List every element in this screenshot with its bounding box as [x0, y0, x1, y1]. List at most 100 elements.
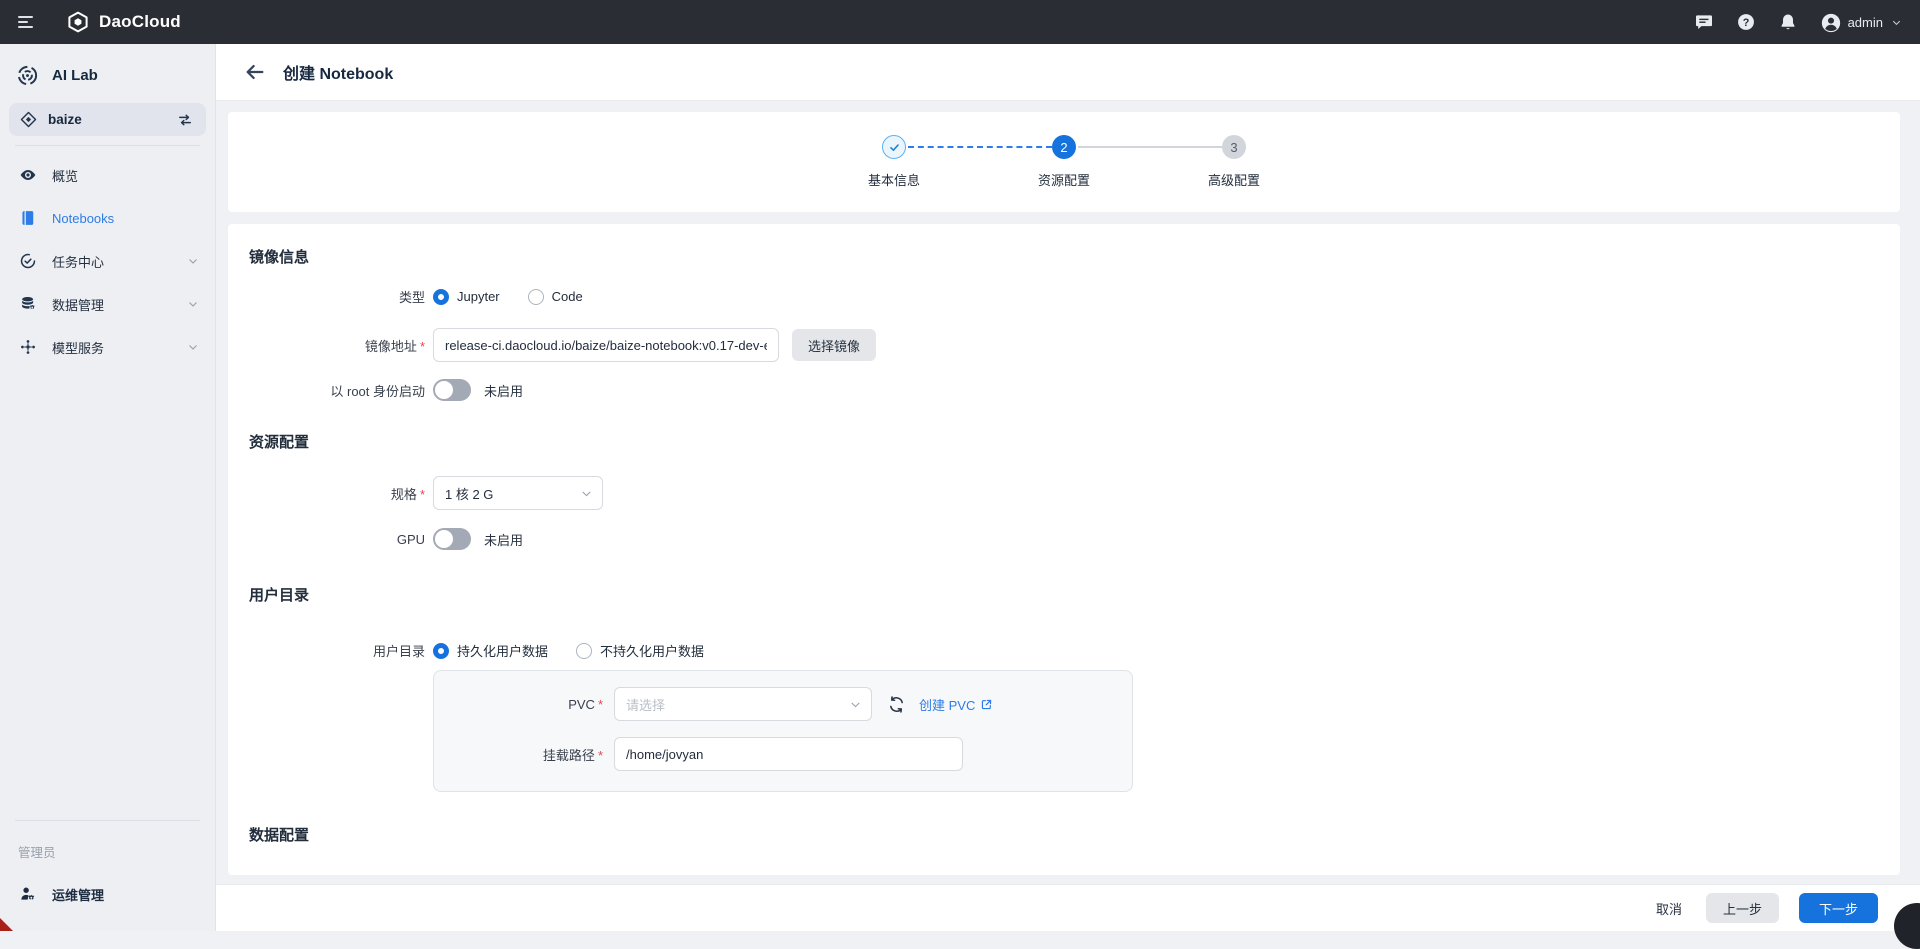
sidebar-item-label: 概览 — [52, 166, 78, 185]
step-label: 基本信息 — [868, 170, 920, 189]
divider — [15, 145, 200, 146]
step-label: 资源配置 — [1038, 170, 1090, 189]
sidebar-item-label: Notebooks — [52, 211, 114, 226]
sidebar-item-label: 数据管理 — [52, 295, 104, 314]
step-todo-circle: 3 — [1222, 135, 1246, 159]
form-row-type: 类型 Jupyter Code — [228, 287, 1900, 306]
image-address-input[interactable] — [433, 328, 779, 362]
step-connector-done — [908, 146, 1052, 148]
brand: DaoCloud — [66, 10, 181, 34]
radio-label-nonpersistent[interactable]: 不持久化用户数据 — [600, 641, 704, 660]
field-label: GPU — [228, 532, 425, 547]
back-arrow-icon[interactable] — [244, 61, 266, 83]
check-icon — [888, 141, 901, 154]
step-connector-todo — [1078, 146, 1222, 148]
sidebar-item-label: 模型服务 — [52, 338, 104, 357]
pvc-select[interactable]: 请选择 — [614, 687, 872, 721]
sidebar-item-label: 任务中心 — [52, 252, 104, 271]
help-icon[interactable]: ? — [1736, 12, 1756, 32]
sidebar-item-ops-management[interactable]: 运维管理 — [0, 874, 215, 914]
form-row-run-as-root: 以 root 身份启动 未启用 — [228, 379, 1900, 401]
content-header: 创建 Notebook — [216, 44, 1920, 101]
choose-image-button[interactable]: 选择镜像 — [792, 329, 876, 361]
ai-lab-icon — [16, 64, 39, 87]
avatar-icon — [1820, 12, 1840, 32]
toggle-status: 未启用 — [484, 381, 523, 400]
step-done-circle — [882, 135, 906, 159]
external-link-icon — [980, 698, 993, 711]
sidebar-item-data-management[interactable]: 数据管理 — [0, 284, 215, 324]
chevron-down-icon — [187, 341, 199, 353]
brand-name: DaoCloud — [99, 12, 181, 32]
wizard-stepper: 基本信息 2 资源配置 3 高级配置 — [809, 135, 1319, 189]
run-as-root-toggle[interactable] — [433, 379, 471, 401]
stepper-panel: 基本信息 2 资源配置 3 高级配置 — [228, 112, 1900, 212]
sidebar: AI Lab baize 概览 — [0, 44, 216, 931]
field-label: 镜像地址* — [228, 336, 425, 355]
step-current-circle: 2 — [1052, 135, 1076, 159]
user-menu[interactable]: admin — [1820, 12, 1902, 32]
step-resource-config[interactable]: 2 资源配置 — [979, 135, 1149, 189]
section-title-data: 数据配置 — [228, 824, 1900, 845]
radio-nonpersistent[interactable] — [576, 643, 592, 659]
product-header: AI Lab — [0, 44, 215, 103]
user-gear-icon — [19, 885, 37, 903]
form-row-image-address: 镜像地址* 选择镜像 — [228, 328, 1900, 362]
form-row-mount-path: 挂载路径* — [434, 737, 1132, 771]
sidebar-item-overview[interactable]: 概览 — [0, 155, 215, 195]
workspace-switcher[interactable]: baize — [9, 103, 206, 136]
chevron-down-icon — [1891, 17, 1902, 28]
cancel-button[interactable]: 取消 — [1652, 893, 1686, 923]
radio-label-code[interactable]: Code — [552, 289, 583, 304]
gpu-toggle[interactable] — [433, 528, 471, 550]
field-label: PVC* — [434, 697, 603, 712]
product-name: AI Lab — [52, 67, 98, 84]
field-label: 类型 — [228, 287, 425, 306]
admin-group-label: 管理员 — [0, 830, 215, 871]
next-step-button[interactable]: 下一步 — [1799, 893, 1878, 923]
task-check-icon — [19, 252, 37, 270]
radio-persistent[interactable] — [433, 643, 449, 659]
topbar: DaoCloud ? — [0, 0, 1920, 44]
sidebar-item-notebooks[interactable]: Notebooks — [0, 198, 215, 238]
eye-icon — [19, 166, 37, 184]
section-title-resource: 资源配置 — [228, 431, 1900, 452]
refresh-icon[interactable] — [887, 695, 906, 714]
sidebar-item-task-center[interactable]: 任务中心 — [0, 241, 215, 281]
sidebar-item-model-service[interactable]: 模型服务 — [0, 327, 215, 367]
feedback-icon[interactable] — [1694, 12, 1714, 32]
notification-bell-icon[interactable] — [1778, 12, 1798, 32]
required-marker: * — [420, 487, 425, 502]
radio-code[interactable] — [528, 289, 544, 305]
section-title-image: 镜像信息 — [228, 246, 1900, 267]
chevron-down-icon — [187, 255, 199, 267]
spec-select[interactable]: 1 核 2 G — [433, 476, 603, 510]
model-cluster-icon — [19, 338, 37, 356]
page-title: 创建 Notebook — [283, 60, 393, 84]
step-basic-info[interactable]: 基本信息 — [809, 135, 979, 189]
step-advanced-config[interactable]: 3 高级配置 — [1149, 135, 1319, 189]
chevron-down-icon — [187, 298, 199, 310]
field-label: 以 root 身份启动 — [228, 381, 425, 400]
create-pvc-link[interactable]: 创建 PVC — [919, 695, 993, 714]
field-label: 规格* — [228, 484, 425, 503]
book-icon — [19, 209, 37, 227]
radio-label-jupyter[interactable]: Jupyter — [457, 289, 500, 304]
daocloud-logo-icon — [66, 10, 90, 34]
step-label: 高级配置 — [1208, 170, 1260, 189]
wizard-footer: 取消 上一步 下一步 — [216, 885, 1920, 931]
switch-workspace-icon[interactable] — [176, 111, 194, 129]
toggle-status: 未启用 — [484, 530, 523, 549]
workspace-icon — [20, 111, 37, 128]
radio-label-persistent[interactable]: 持久化用户数据 — [457, 641, 548, 660]
field-label: 用户目录 — [228, 641, 425, 660]
radio-jupyter[interactable] — [433, 289, 449, 305]
menu-toggle-icon[interactable] — [18, 10, 42, 34]
pvc-card: PVC* 请选择 创建 PVC — [433, 670, 1133, 792]
username: admin — [1848, 15, 1883, 30]
corner-ribbon — [0, 918, 13, 931]
previous-step-button[interactable]: 上一步 — [1706, 893, 1779, 923]
mount-path-input[interactable] — [614, 737, 963, 771]
chevron-down-icon — [580, 487, 593, 500]
workspace-name: baize — [48, 112, 82, 127]
